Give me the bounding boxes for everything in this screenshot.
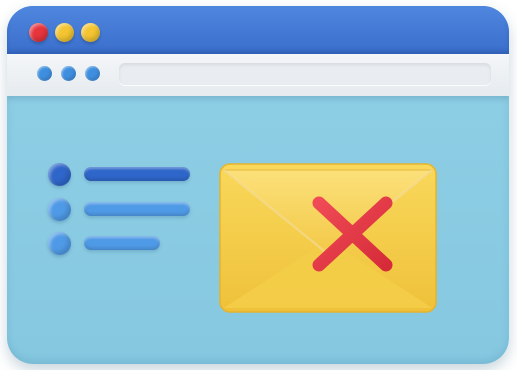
list-bullet [48,163,71,186]
envelope-icon [219,163,437,313]
title-bar [7,6,509,54]
toolbar-dot-button[interactable] [37,66,52,81]
close-window-button[interactable] [29,23,48,42]
toolbar-dot-button[interactable] [61,66,76,81]
page-content [7,96,509,364]
minimize-window-button[interactable] [55,23,74,42]
address-bar[interactable] [119,63,491,85]
list-bullet [48,198,71,221]
toolbar-dot-button[interactable] [85,66,100,81]
list-item-line [84,167,190,181]
list-bullet [48,232,71,255]
maximize-window-button[interactable] [81,23,100,42]
list-item-line [84,236,160,250]
browser-toolbar [7,54,509,96]
browser-window [7,6,509,364]
list-item-line [84,202,190,216]
